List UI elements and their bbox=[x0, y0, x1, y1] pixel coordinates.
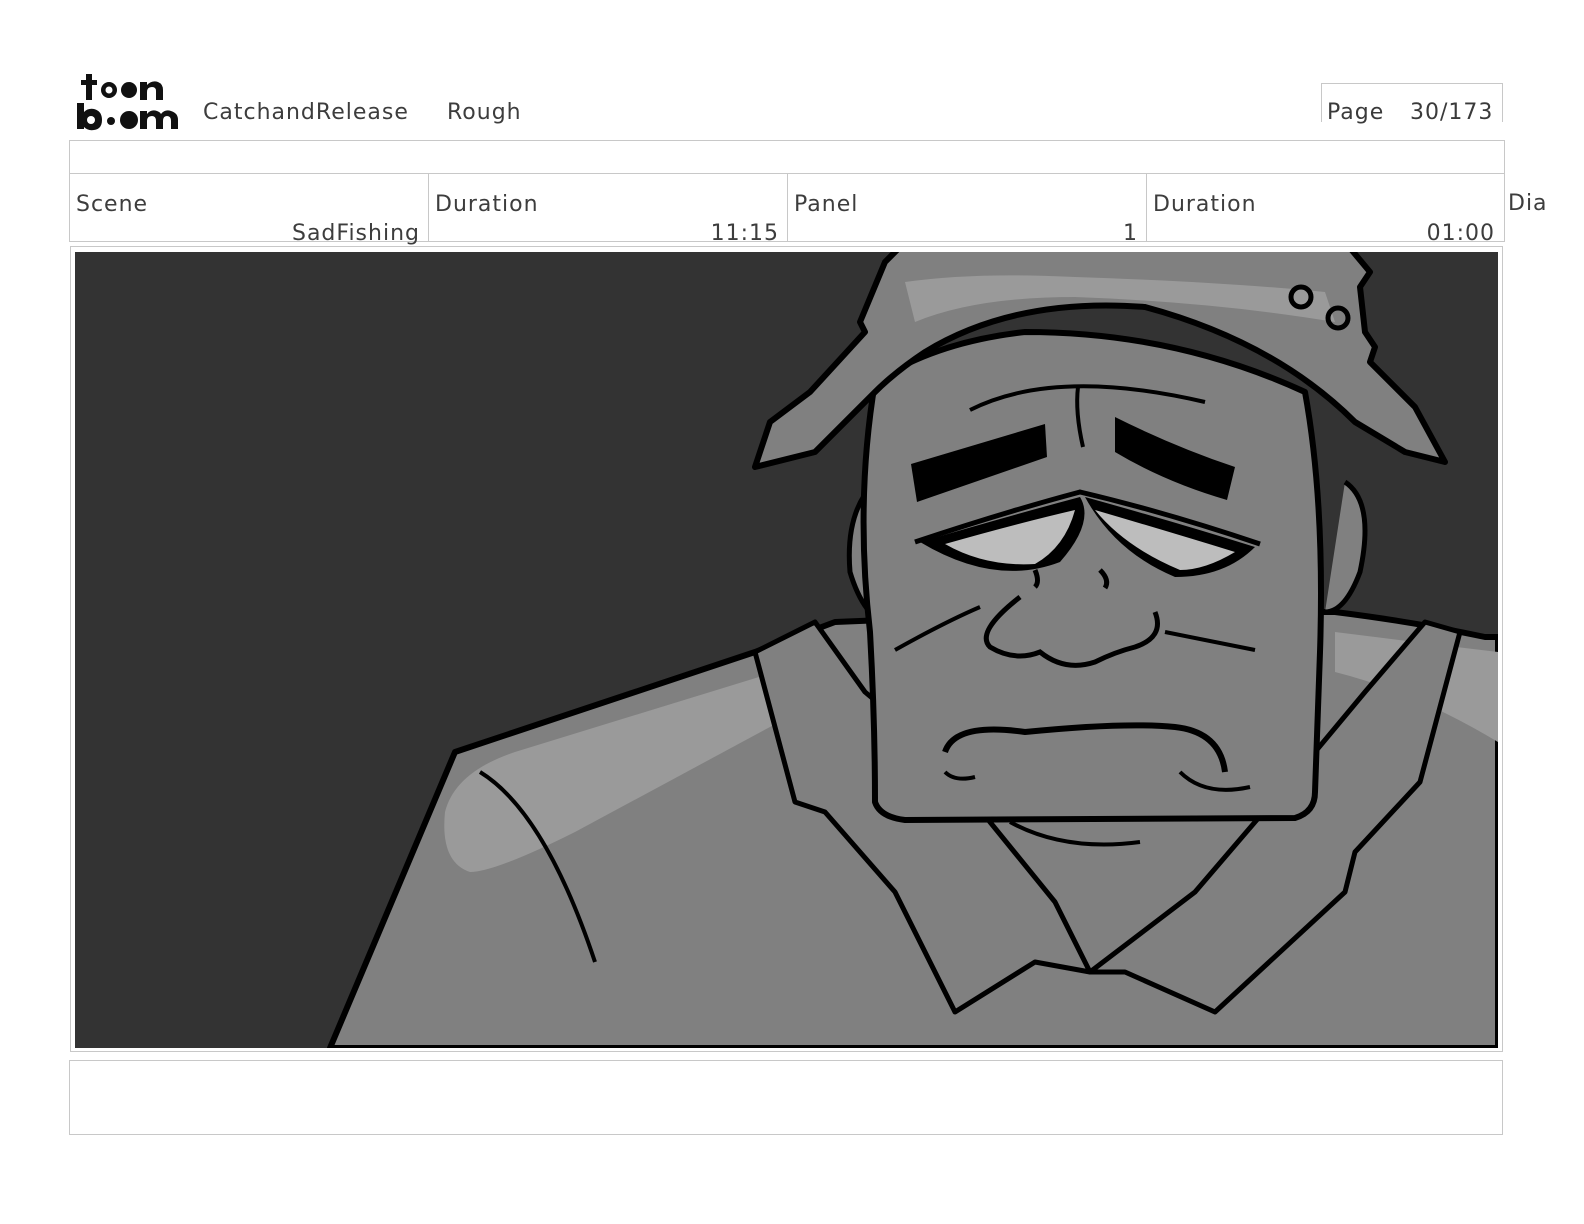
panel-duration-value: 01:00 bbox=[1426, 221, 1495, 246]
notes-box bbox=[69, 1060, 1503, 1135]
scene-value: SadFishing bbox=[291, 221, 420, 246]
panel-value: 1 bbox=[1123, 221, 1138, 246]
storyboard-panel-image bbox=[75, 252, 1498, 1048]
panel-label: Panel bbox=[794, 192, 859, 217]
scene-duration-label: Duration bbox=[435, 192, 539, 217]
scene-label: Scene bbox=[76, 192, 149, 217]
panel-duration-label: Duration bbox=[1153, 192, 1257, 217]
panel-info-row: Scene SadFishing Duration 11:15 Panel 1 … bbox=[69, 173, 1505, 245]
project-name: CatchandRelease bbox=[203, 100, 409, 125]
title-strip bbox=[69, 140, 1505, 174]
toon-boom-logo bbox=[77, 74, 178, 131]
scene-cell: Scene SadFishing bbox=[70, 174, 429, 245]
panel-cell: Panel 1 bbox=[788, 174, 1147, 245]
scene-duration-value: 11:15 bbox=[710, 221, 779, 246]
dialogue-label: Dia bbox=[1508, 191, 1548, 216]
scene-duration-cell: Duration 11:15 bbox=[429, 174, 788, 245]
character-face bbox=[860, 329, 1324, 823]
panel-duration-cell: Duration 01:00 bbox=[1147, 174, 1503, 245]
page-number: 30/173 bbox=[1410, 100, 1494, 125]
page-label: Page bbox=[1327, 100, 1385, 125]
stage-name: Rough bbox=[447, 100, 522, 125]
